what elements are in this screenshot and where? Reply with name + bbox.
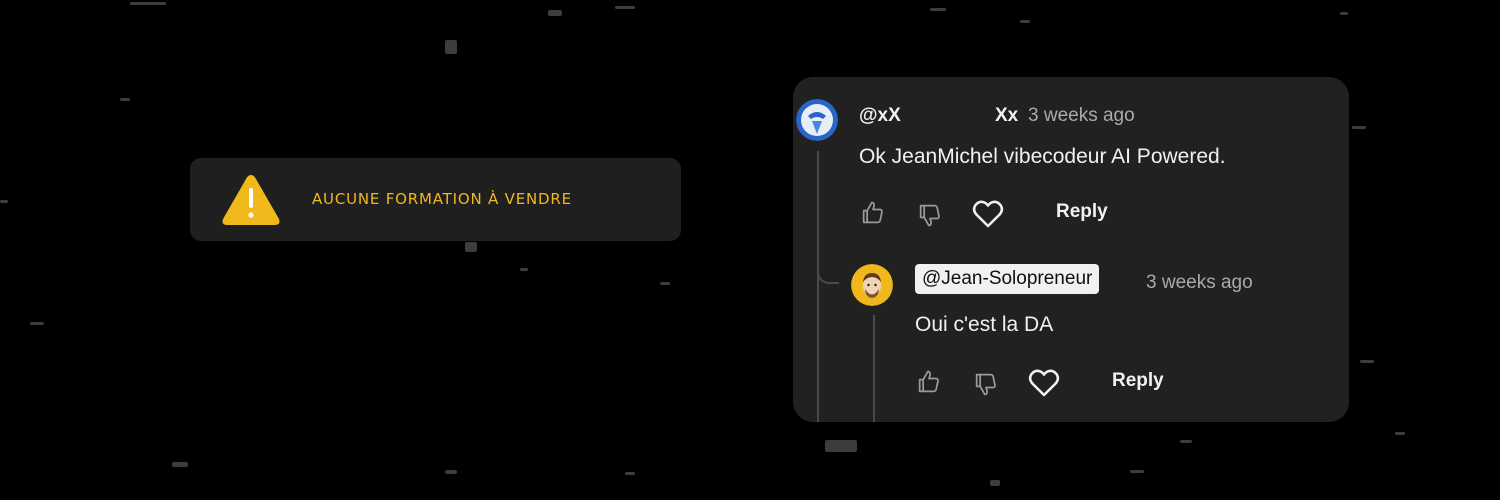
reply-button[interactable]: Reply <box>1112 370 1164 392</box>
reply-text: Oui c'est la DA <box>915 313 1054 336</box>
comment-text: Ok JeanMichel vibecodeur AI Powered. <box>859 145 1226 168</box>
reply-author[interactable]: @Jean-Solopreneur <box>915 264 1100 294</box>
heart-icon[interactable] <box>1026 365 1062 401</box>
thumb-up-icon[interactable] <box>915 368 943 396</box>
thread-line <box>873 315 875 422</box>
thumb-down-icon[interactable] <box>972 370 1000 398</box>
comment-thread: @xX Xx 3 weeks ago Ok JeanMichel vibecod… <box>793 77 1349 422</box>
reply-timestamp[interactable]: 3 weeks ago <box>1146 272 1253 294</box>
thread-connector <box>817 262 839 284</box>
thumb-up-icon[interactable] <box>859 199 887 227</box>
thumb-down-icon[interactable] <box>916 201 944 229</box>
comment-timestamp[interactable]: 3 weeks ago <box>1028 105 1135 127</box>
warning-banner: AUCUNE FORMATION À VENDRE <box>190 158 681 241</box>
comment-author[interactable]: @xX <box>859 105 901 127</box>
thread-line <box>817 151 819 422</box>
heart-icon[interactable] <box>970 196 1006 232</box>
warning-icon <box>222 175 280 225</box>
avatar[interactable] <box>796 99 838 141</box>
warning-text: AUCUNE FORMATION À VENDRE <box>312 190 572 208</box>
avatar[interactable] <box>851 264 893 306</box>
comment-author-extra: Xx <box>995 105 1019 126</box>
reply-button[interactable]: Reply <box>1056 201 1108 223</box>
